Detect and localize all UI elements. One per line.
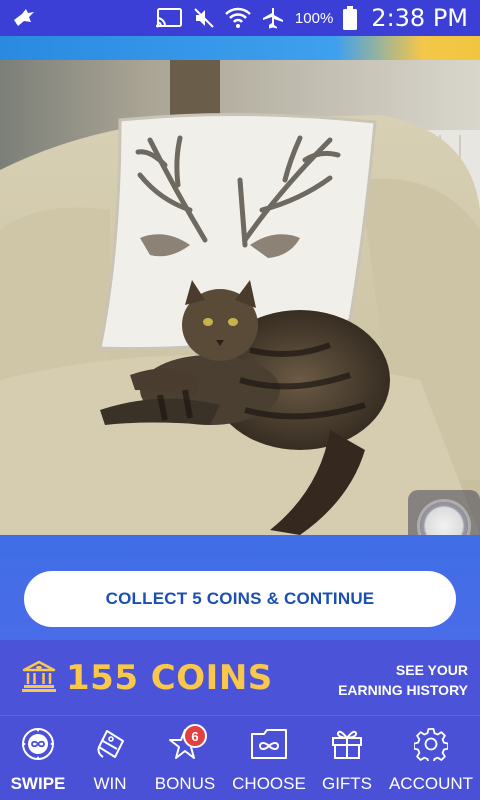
tab-label: GIFTS — [321, 774, 373, 793]
swipe-icon — [21, 724, 55, 764]
win-icon — [93, 724, 127, 764]
header-strip — [0, 36, 480, 60]
coins-balance: 155 COINS — [66, 658, 273, 698]
coins-bar: 155 COINS SEE YOUR EARNING HISTORY — [0, 640, 480, 716]
status-bar: 100% 2:38 PM — [0, 0, 480, 36]
choose-icon — [250, 724, 288, 764]
tab-label: CHOOSE — [232, 774, 306, 793]
tab-label: SWIPE — [10, 774, 66, 793]
wifi-icon — [225, 7, 251, 29]
battery-percent: 100% — [294, 9, 334, 27]
tab-label: ACCOUNT — [388, 774, 474, 793]
content-image[interactable] — [0, 60, 480, 535]
bonus-badge: 6 — [183, 724, 207, 748]
airplane-icon — [261, 7, 285, 29]
collect-coins-button[interactable]: COLLECT 5 COINS & CONTINUE — [24, 571, 456, 627]
tab-swipe[interactable]: SWIPE — [0, 716, 76, 800]
bottom-tab-bar: SWIPE WIN 6 BONUS CHOOSE GIFTS ACCOUNT — [0, 716, 480, 800]
cast-icon — [155, 7, 183, 29]
earning-history-link[interactable]: SEE YOUR EARNING HISTORY — [338, 660, 468, 700]
cta-section: COLLECT 5 COINS & CONTINUE — [0, 535, 480, 640]
clock: 2:38 PM — [371, 4, 468, 32]
history-line-1: SEE YOUR — [395, 662, 468, 678]
history-line-2: EARNING HISTORY — [338, 682, 468, 698]
bank-icon — [22, 660, 56, 697]
bird-icon — [12, 8, 36, 28]
tab-choose[interactable]: CHOOSE — [226, 716, 312, 800]
tab-bonus[interactable]: 6 BONUS — [144, 716, 226, 800]
tab-label: BONUS — [154, 774, 216, 793]
mute-icon — [193, 7, 215, 29]
tab-account[interactable]: ACCOUNT — [382, 716, 480, 800]
tab-label: WIN — [93, 774, 127, 793]
battery-icon — [343, 6, 358, 30]
tab-gifts[interactable]: GIFTS — [312, 716, 382, 800]
gift-icon — [330, 724, 364, 764]
gear-icon — [414, 724, 448, 764]
tab-win[interactable]: WIN — [76, 716, 144, 800]
